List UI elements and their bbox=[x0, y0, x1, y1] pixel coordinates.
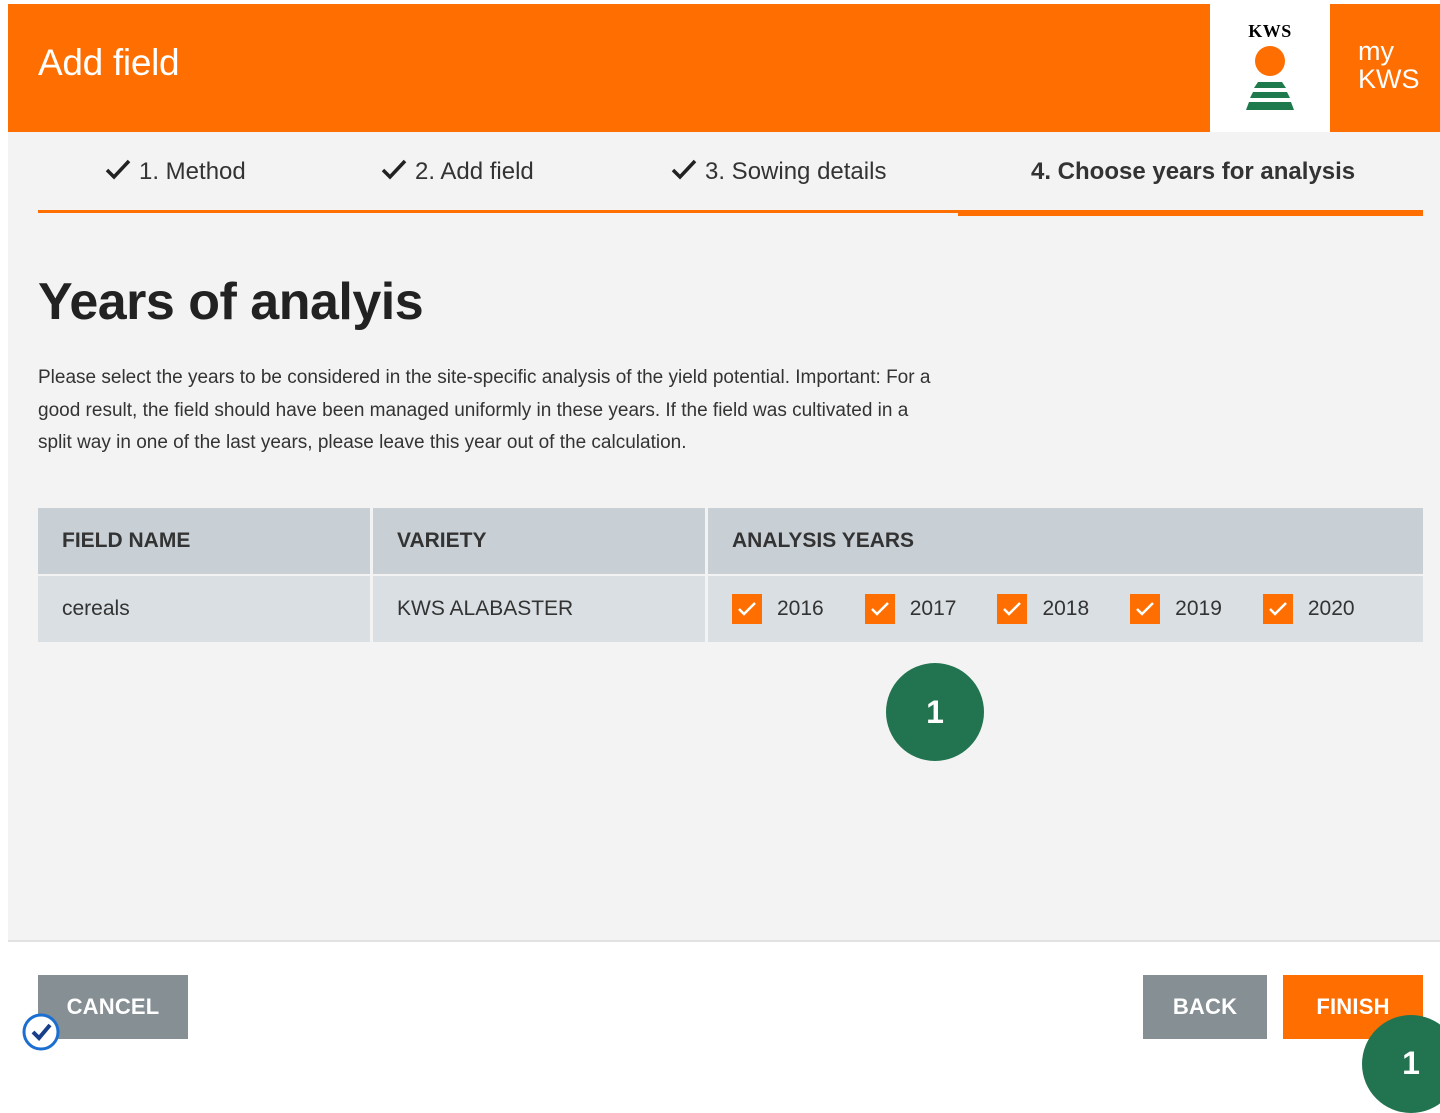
step-label: 1. Method bbox=[139, 158, 246, 185]
cell-variety: KWS ALABASTER bbox=[373, 576, 705, 642]
year-checkbox-2019[interactable]: 2019 bbox=[1130, 594, 1222, 624]
dialog-footer: CANCEL BACK FINISH bbox=[8, 940, 1440, 1065]
checkbox-checked-icon[interactable] bbox=[1130, 594, 1161, 624]
mykws-link[interactable]: my KWS bbox=[1358, 37, 1420, 93]
year-label: 2020 bbox=[1307, 597, 1355, 620]
checkmark-icon bbox=[671, 159, 697, 188]
kws-logo: KWS bbox=[1210, 4, 1330, 132]
mykws-line1: my bbox=[1358, 36, 1394, 66]
checkbox-checked-icon[interactable] bbox=[1262, 594, 1293, 624]
step-choose-years[interactable]: 4. Choose years for analysis bbox=[1031, 158, 1355, 186]
year-checkbox-group: 2016 2017 2018 2019 2020 bbox=[732, 594, 1355, 624]
checkbox-checked-icon[interactable] bbox=[732, 594, 762, 624]
cell-analysis-years: 2016 2017 2018 2019 2020 bbox=[708, 576, 1423, 642]
year-checkbox-2016[interactable]: 2016 bbox=[732, 594, 824, 624]
column-header-field-name: FIELD NAME bbox=[38, 508, 370, 574]
year-label: 2019 bbox=[1175, 597, 1222, 620]
step-method[interactable]: 1. Method bbox=[105, 158, 246, 188]
cancel-button[interactable]: CANCEL bbox=[38, 975, 188, 1039]
step-marker-badge: 1 bbox=[886, 663, 984, 761]
page-title: Years of analyis bbox=[38, 273, 424, 331]
checkbox-checked-icon[interactable] bbox=[864, 594, 895, 624]
kws-logo-icon bbox=[1246, 46, 1294, 110]
mykws-line2: KWS bbox=[1358, 64, 1420, 94]
step-sowing-details[interactable]: 3. Sowing details bbox=[671, 158, 886, 188]
column-header-analysis-years: ANALYSIS YEARS bbox=[708, 508, 1423, 574]
kws-logo-text: KWS bbox=[1248, 21, 1292, 41]
checkmark-icon bbox=[105, 159, 131, 188]
step-add-field[interactable]: 2. Add field bbox=[381, 158, 534, 188]
cell-field-name: cereals bbox=[38, 576, 370, 642]
year-checkbox-2020[interactable]: 2020 bbox=[1262, 594, 1355, 624]
checkmark-icon bbox=[381, 159, 407, 188]
dialog-title: Add field bbox=[38, 42, 180, 83]
step-label: 3. Sowing details bbox=[705, 158, 887, 185]
column-header-variety: VARIETY bbox=[373, 508, 705, 574]
dialog-window: Add field KWS my KWS 1. Method 2. Add fi… bbox=[8, 4, 1440, 1065]
header-bar: Add field KWS my KWS bbox=[8, 4, 1440, 132]
active-step-indicator bbox=[958, 211, 1423, 216]
back-button[interactable]: BACK bbox=[1143, 975, 1267, 1039]
verified-shield-icon bbox=[22, 1013, 60, 1051]
year-checkbox-2018[interactable]: 2018 bbox=[997, 594, 1089, 624]
page-description: Please select the years to be considered… bbox=[38, 367, 931, 453]
step-label: 4. Choose years for analysis bbox=[1031, 158, 1356, 185]
year-label: 2018 bbox=[1042, 597, 1090, 620]
year-label: 2016 bbox=[777, 597, 824, 620]
checkbox-checked-icon[interactable] bbox=[997, 594, 1028, 624]
wizard-steps: 1. Method 2. Add field 3. Sowing details… bbox=[38, 132, 1423, 216]
analysis-table: FIELD NAME VARIETY ANALYSIS YEARS cereal… bbox=[38, 508, 1423, 642]
year-checkbox-2017[interactable]: 2017 bbox=[864, 594, 957, 624]
year-label: 2017 bbox=[909, 597, 957, 620]
step-label: 2. Add field bbox=[415, 158, 534, 185]
